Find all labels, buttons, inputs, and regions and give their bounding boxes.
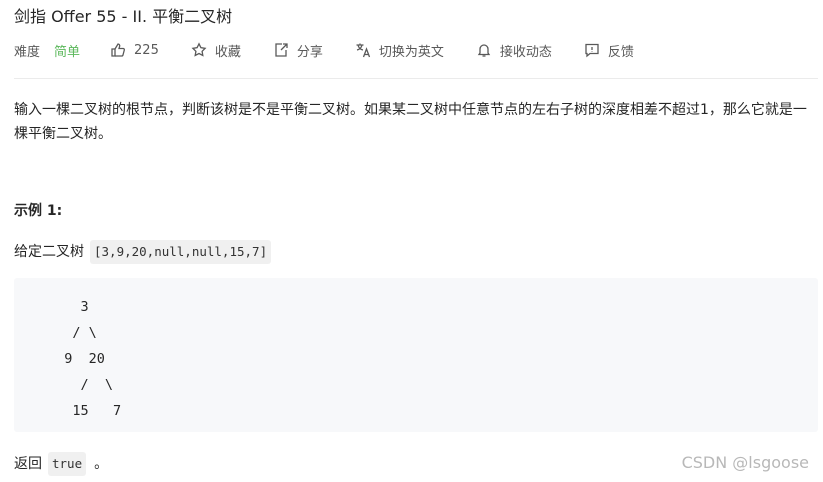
feedback-label: 反馈 xyxy=(607,44,634,60)
star-icon xyxy=(191,42,207,57)
example-given: 给定二叉树 [3,9,20,null,null,15,7] xyxy=(14,240,272,264)
bell-icon xyxy=(477,44,491,57)
favorite-label: 收藏 xyxy=(214,44,241,60)
problem-title: 剑指 Offer 55 - II. 平衡二叉树 xyxy=(14,7,233,26)
like-button[interactable]: 225 xyxy=(110,42,159,58)
share-button[interactable]: 分享 xyxy=(273,41,323,60)
share-label: 分享 xyxy=(296,44,323,60)
header-divider xyxy=(14,78,818,79)
feedback-button[interactable]: 反馈 xyxy=(584,41,634,60)
difficulty-label-text: 难度 xyxy=(14,44,41,60)
notify-button[interactable]: 接收动态 xyxy=(476,41,552,60)
translate-label: 切换为英文 xyxy=(378,44,444,60)
tree-ascii: 3 / \ 9 20 / \ 15 7 xyxy=(64,299,122,419)
notify-label: 接收动态 xyxy=(499,44,552,60)
return-suffix: 。 xyxy=(94,456,109,472)
difficulty-badge: 简单 xyxy=(54,44,81,60)
csdn-watermark: CSDN @lsgoose xyxy=(681,453,809,472)
translate-button[interactable]: 切换为英文 xyxy=(355,41,444,60)
return-label: 返回 xyxy=(14,456,42,472)
thumbs-up-icon xyxy=(111,43,126,57)
share-icon xyxy=(275,43,288,57)
translate-icon xyxy=(356,43,370,58)
tree-code-block: 3 / \ 9 20 / \ 15 7 xyxy=(14,278,818,432)
given-value-code: [3,9,20,null,null,15,7] xyxy=(90,240,272,264)
feedback-icon xyxy=(585,43,599,58)
problem-meta-bar: 难度 简单 225 收藏 分享 切换为英文 接收动态 反馈 xyxy=(14,40,666,60)
favorite-button[interactable]: 收藏 xyxy=(191,41,241,60)
given-label: 给定二叉树 xyxy=(14,244,84,260)
problem-description: 输入一棵二叉树的根节点，判断该树是不是平衡二叉树。如果某二叉树中任意节点的左右子… xyxy=(14,102,807,142)
example-return: 返回 true 。 xyxy=(14,452,108,476)
difficulty-label: 难度 xyxy=(14,41,40,60)
like-count: 225 xyxy=(134,42,159,58)
return-value-code: true xyxy=(48,452,87,476)
example-title: 示例 1: xyxy=(14,203,63,219)
